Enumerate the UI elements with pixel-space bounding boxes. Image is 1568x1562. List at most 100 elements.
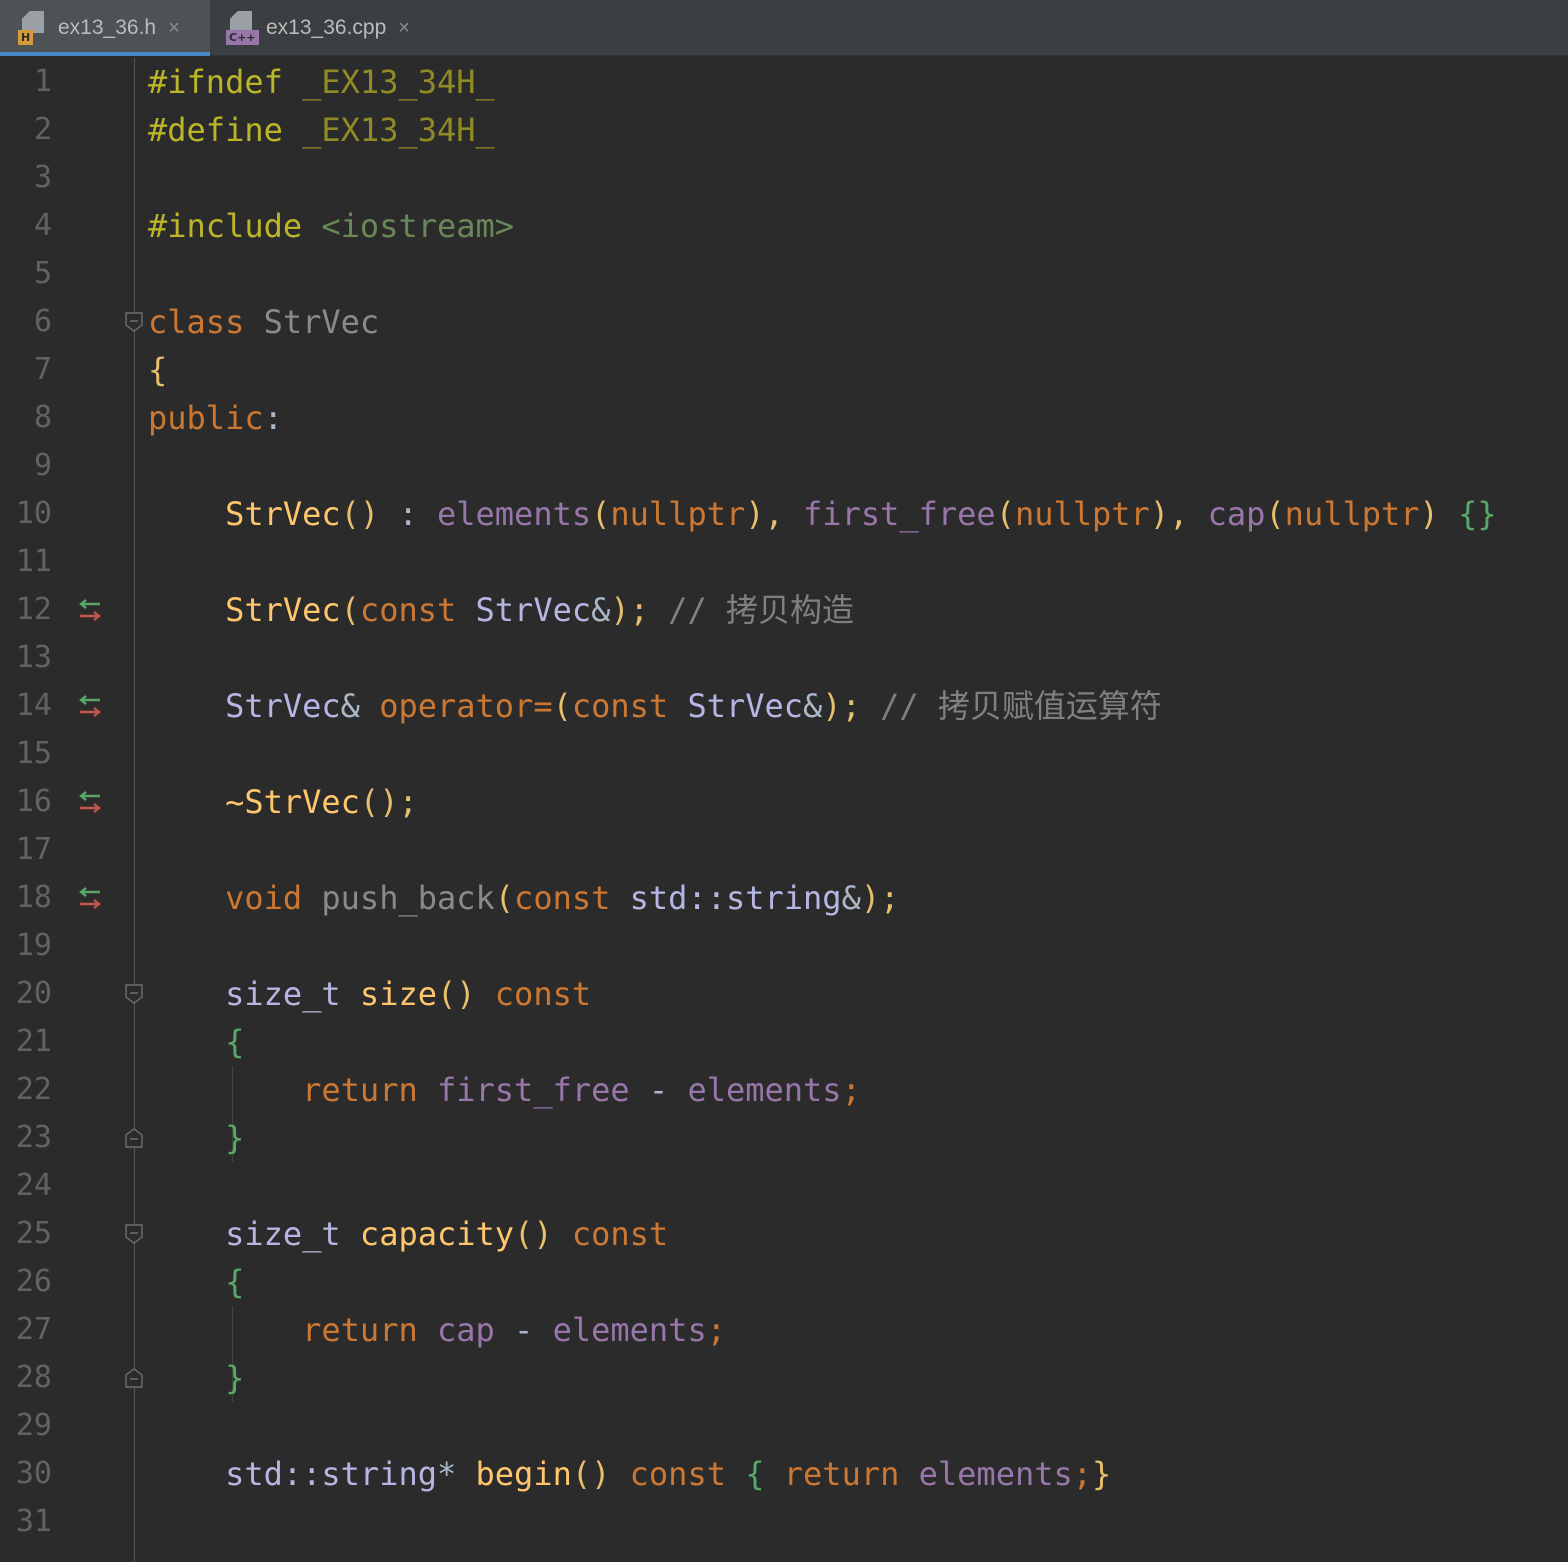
code-token: _EX13_34H_ (302, 63, 495, 101)
tab-ex13-36-h[interactable]: H ex13_36.h × (0, 0, 210, 56)
code-line[interactable]: 26 { (0, 1258, 1568, 1306)
close-icon[interactable]: × (398, 17, 410, 40)
code-line[interactable]: 20 size_t size() const (0, 970, 1568, 1018)
code-line[interactable]: 3 (0, 154, 1568, 202)
close-icon[interactable]: × (168, 17, 180, 40)
code-line[interactable]: 22 return first_free - elements; (0, 1066, 1568, 1114)
line-number[interactable]: 22 (0, 1066, 52, 1114)
code-line[interactable]: 31 (0, 1498, 1568, 1546)
line-number[interactable]: 20 (0, 970, 52, 1018)
line-number[interactable]: 14 (0, 682, 52, 730)
code-line[interactable]: 28 } (0, 1354, 1568, 1402)
line-number[interactable]: 8 (0, 394, 52, 442)
line-number[interactable]: 6 (0, 298, 52, 346)
code-token: ), (1149, 495, 1208, 533)
line-number[interactable]: 7 (0, 346, 52, 394)
code-line[interactable]: 24 (0, 1162, 1568, 1210)
code-line[interactable]: 12 StrVec(const StrVec&); // 拷贝构造 (0, 586, 1568, 634)
code-line[interactable]: 17 (0, 826, 1568, 874)
code-line[interactable]: 14 StrVec& operator=(const StrVec&); // … (0, 682, 1568, 730)
code-token: #define (148, 111, 303, 149)
code-line[interactable]: 23 } (0, 1114, 1568, 1162)
line-number[interactable]: 1 (0, 58, 52, 106)
line-number[interactable]: 2 (0, 106, 52, 154)
code-token: ); (822, 687, 861, 725)
override-arrows-icon[interactable] (76, 885, 104, 911)
code-line[interactable]: 13 (0, 634, 1568, 682)
line-number[interactable]: 11 (0, 538, 52, 586)
override-arrows-icon[interactable] (76, 597, 104, 623)
code-line[interactable]: 27 return cap - elements; (0, 1306, 1568, 1354)
code-line[interactable]: 2 #define _EX13_34H_ (0, 106, 1568, 154)
line-number[interactable]: 4 (0, 202, 52, 250)
code-line[interactable]: 4 #include <iostream> (0, 202, 1568, 250)
code-line[interactable]: 10 StrVec() : elements(nullptr), first_f… (0, 490, 1568, 538)
override-arrows-icon[interactable] (76, 693, 104, 719)
line-number[interactable]: 29 (0, 1402, 52, 1450)
line-number[interactable]: 9 (0, 442, 52, 490)
code-line[interactable]: 21 { (0, 1018, 1568, 1066)
code-line[interactable]: 18 void push_back(const std::string&); (0, 874, 1568, 922)
line-number[interactable]: 19 (0, 922, 52, 970)
line-number[interactable]: 30 (0, 1450, 52, 1498)
code-line[interactable]: 1 #ifndef _EX13_34H_ (0, 58, 1568, 106)
line-number[interactable]: 3 (0, 154, 52, 202)
code-line[interactable]: 25 size_t capacity() const (0, 1210, 1568, 1258)
code-text: { (148, 1258, 244, 1306)
line-number[interactable]: 17 (0, 826, 52, 874)
code-token: elements (687, 1071, 842, 1109)
fold-open-icon[interactable] (125, 1224, 143, 1244)
line-number[interactable]: 13 (0, 634, 52, 682)
code-editor[interactable]: 1 #ifndef _EX13_34H_ 2 #define _EX13_34H_ 3 4… (0, 58, 1568, 1562)
code-line[interactable]: 16 ~StrVec(); (0, 778, 1568, 826)
code-line[interactable]: 7{ (0, 346, 1568, 394)
code-line[interactable]: 11 (0, 538, 1568, 586)
line-number[interactable]: 28 (0, 1354, 52, 1402)
line-number[interactable]: 18 (0, 874, 52, 922)
code-line[interactable]: 6 class StrVec (0, 298, 1568, 346)
code-token: return (302, 1311, 437, 1349)
code-line[interactable]: 9 (0, 442, 1568, 490)
code-token: StrVec (225, 687, 341, 725)
line-number[interactable]: 26 (0, 1258, 52, 1306)
code-line[interactable]: 19 (0, 922, 1568, 970)
code-text: public: (148, 394, 283, 442)
code-text: StrVec& operator=(const StrVec&); // 拷贝赋… (148, 682, 1162, 730)
line-number[interactable]: 31 (0, 1498, 52, 1546)
code-token: size (359, 975, 437, 1013)
code-token: size_t (225, 1215, 360, 1253)
fold-open-icon[interactable] (125, 312, 143, 332)
code-token: & (591, 591, 611, 629)
line-number[interactable]: 27 (0, 1306, 52, 1354)
tab-ex13-36-cpp[interactable]: C++ ex13_36.cpp × (224, 0, 444, 56)
line-number[interactable]: 15 (0, 730, 52, 778)
code-line[interactable]: 8 public: (0, 394, 1568, 442)
code-line[interactable]: 15 (0, 730, 1568, 778)
code-line[interactable]: 5 (0, 250, 1568, 298)
line-number[interactable]: 24 (0, 1162, 52, 1210)
code-token: capacity (359, 1215, 515, 1253)
code-token: return (302, 1071, 437, 1109)
code-token: cap (436, 1311, 495, 1349)
line-number[interactable]: 5 (0, 250, 52, 298)
code-token: { (225, 1023, 245, 1061)
line-number[interactable]: 25 (0, 1210, 52, 1258)
fold-close-icon[interactable] (125, 1368, 143, 1388)
code-line[interactable]: 30 std::string* begin() const { return e… (0, 1450, 1568, 1498)
override-arrows-icon[interactable] (76, 789, 104, 815)
line-number[interactable]: 21 (0, 1018, 52, 1066)
line-number[interactable]: 23 (0, 1114, 52, 1162)
fold-open-icon[interactable] (125, 984, 143, 1004)
code-text: return first_free - elements; (148, 1066, 861, 1114)
fold-close-icon[interactable] (125, 1128, 143, 1148)
line-number[interactable]: 16 (0, 778, 52, 826)
code-token: () (436, 975, 476, 1013)
code-line[interactable]: 29 (0, 1402, 1568, 1450)
cpp-file-icon: C++ (226, 11, 259, 45)
line-number[interactable]: 10 (0, 490, 52, 538)
line-number[interactable]: 12 (0, 586, 52, 634)
